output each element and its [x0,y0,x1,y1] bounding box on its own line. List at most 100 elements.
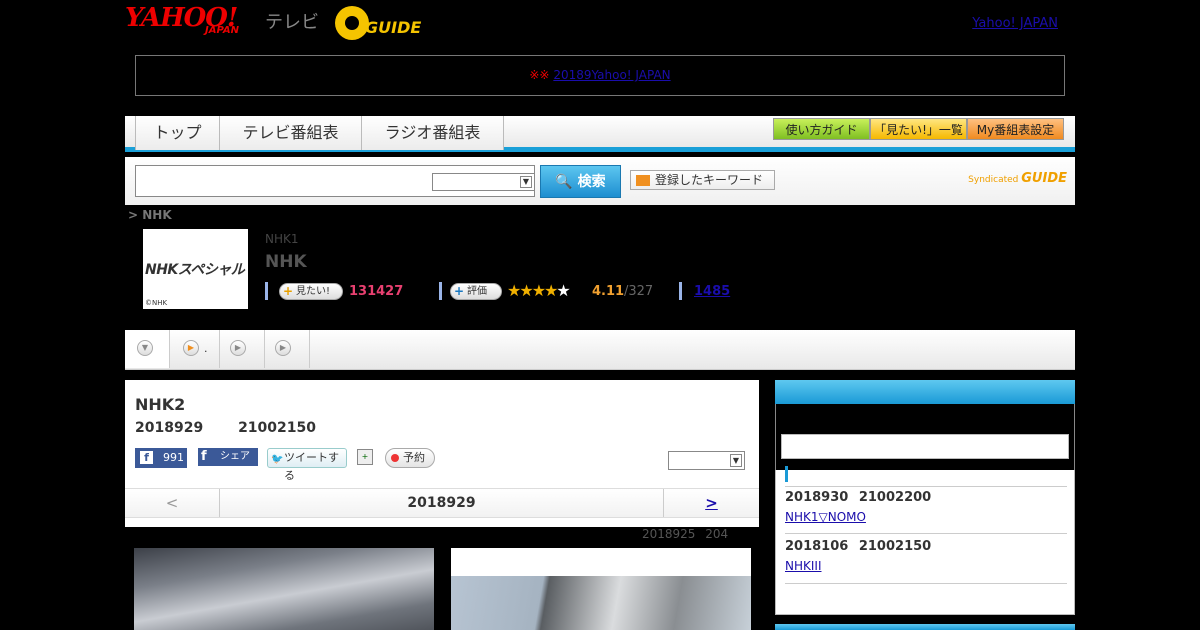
divider [679,282,682,300]
divider [785,486,1067,487]
episode-photo-2-image [451,576,751,630]
tweet-label: ツイートする [284,451,339,482]
notice-mark: ※※ [529,68,550,82]
syndicated-label: Syndicated [968,175,1019,185]
search-icon: 🔍 [555,174,573,190]
facebook-icon: f [201,449,207,464]
want-button[interactable]: + 見たい! [279,283,343,300]
side-panel-top [775,404,1075,470]
facebook-like-button[interactable]: f 991 [135,448,187,468]
tab-radio-listings[interactable]: ラジオ番組表 [362,116,504,150]
gguide-g-icon [335,6,369,40]
want-count: 131427 [349,284,404,299]
breadcrumb[interactable]: > NHK [128,208,172,222]
channel-name: NHK1 [265,232,299,246]
facebook-icon: f [140,451,153,464]
pager-prev-button[interactable]: < [125,489,220,517]
side-panel-input[interactable] [781,434,1069,459]
side-panel-footer [775,624,1075,630]
twitter-icon: 🐦 [271,454,284,465]
search-category-select[interactable]: ▼ [432,173,535,191]
play-icon: ▶ [183,340,199,356]
star-icon: ★ [519,281,533,300]
reserve-label: 予約 [403,451,425,464]
notice-link[interactable]: 20189Yahoo! JAPAN [553,68,670,82]
pager-current-date: 2018929 [407,495,476,511]
rating-count: /327 [624,284,654,299]
reserve-button[interactable]: 予約 [385,448,435,468]
play-icon: ▶ [275,340,291,356]
yahoo-japan-logo-text: JAPAN [205,25,239,36]
want-label: 見たい! [296,286,331,297]
want-list-button[interactable]: 「見たい!」一覧 [870,118,967,140]
section-marker [785,466,788,482]
star-empty-icon: ★ [556,281,570,300]
search-button[interactable]: 🔍 検索 [540,165,621,198]
chevron-down-icon: ▼ [520,176,532,188]
gguide-logo-text: GUIDE [365,18,422,37]
yahoo-japan-link[interactable]: Yahoo! JAPAN [972,16,1058,31]
usage-guide-button[interactable]: 使い方ガイド [773,118,870,140]
program-tab-4[interactable]: ▶ [265,330,310,368]
syndicated-gguide-logo: Syndicated GUIDE [968,171,1067,186]
reservation-select[interactable]: ▼ [668,451,745,470]
broadcast-datetime: 2018106 21002150 [785,539,932,554]
program-tab-1[interactable]: ▼ [125,330,170,368]
tv-logo-text[interactable]: テレビ [265,8,319,34]
tweet-button[interactable]: 🐦 ツイートする [267,448,347,482]
star-icon: ★ [531,281,546,300]
notice-banner: ※※ 20189Yahoo! JAPAN [135,55,1065,96]
review-count-link[interactable]: 1485 [694,284,730,299]
plus-icon: + [454,284,465,298]
syndicated-brand: GUIDE [1021,171,1067,186]
star-icon: ★ [544,281,558,300]
star-icon: ★ [507,281,521,300]
facebook-share-label: シェア [220,451,250,462]
site-header: YAHOO! JAPAN テレビ GUIDE Yahoo! JAPAN [125,0,1075,48]
divider [439,282,442,300]
episode-datetime: 2018929 21002150 [135,420,316,436]
episode-photo-1[interactable] [134,548,434,630]
program-thumbnail: NHKスペシャル ©NHK [143,229,248,309]
registered-keywords-label: 登録したキーワード [655,173,764,187]
broadcast-link[interactable]: NHK1▽NOMO [785,510,866,524]
side-panel-header [775,380,1075,404]
chevron-down-icon: ▼ [730,454,742,467]
divider [785,533,1067,534]
registered-keywords-button[interactable]: 登録したキーワード [630,170,775,190]
rating-stars: ★★★★★ [507,281,571,300]
facebook-share-button[interactable]: f シェア [198,448,258,466]
main-nav: トップ テレビ番組表 ラジオ番組表 使い方ガイド 「見たい!」一覧 My番組表設… [125,116,1075,152]
divider [265,282,268,300]
gguide-logo[interactable]: GUIDE [335,6,430,40]
chevron-down-icon: ▼ [137,340,153,356]
rate-button[interactable]: + 評価 [450,283,502,300]
rate-label: 評価 [467,286,487,297]
episode-photo-2[interactable] [451,548,751,630]
program-title: NHK [265,252,307,272]
divider [785,583,1067,584]
my-listings-settings-button[interactable]: My番組表設定 [967,118,1064,140]
plus-icon: + [283,284,294,298]
calendar-add-icon[interactable]: + [357,449,373,465]
episode-panel: NHK2 2018929 21002150 f 991 f シェア 🐦 ツイート… [125,380,759,527]
arrow-down-icon [636,175,650,186]
updated-timestamp: 2018925 204 [642,527,729,541]
broadcast-link[interactable]: NHKIII [785,559,822,573]
date-pager: < 2018929 > [125,488,759,518]
upcoming-broadcasts: 2018930 21002200 NHK1▽NOMO 2018106 21002… [775,466,1075,615]
program-tab-3[interactable]: ▶ [220,330,265,368]
search-bar: ▼ 🔍 検索 登録したキーワード Syndicated GUIDE [125,157,1075,205]
program-thumbnail-copyright: ©NHK [145,299,168,307]
record-dot-icon [391,454,399,462]
program-tab-2-label: . [204,342,208,355]
search-button-label: 検索 [577,174,606,190]
tab-top[interactable]: トップ [135,116,220,150]
program-tab-2[interactable]: ▶ . [170,330,220,368]
episode-channel: NHK2 [135,395,186,414]
broadcast-datetime: 2018930 21002200 [785,490,932,505]
pager-next-button[interactable]: > [663,489,759,517]
rating-value: 4.11 [592,284,625,299]
tab-tv-listings[interactable]: テレビ番組表 [220,116,362,150]
facebook-like-count: 991 [163,451,184,464]
